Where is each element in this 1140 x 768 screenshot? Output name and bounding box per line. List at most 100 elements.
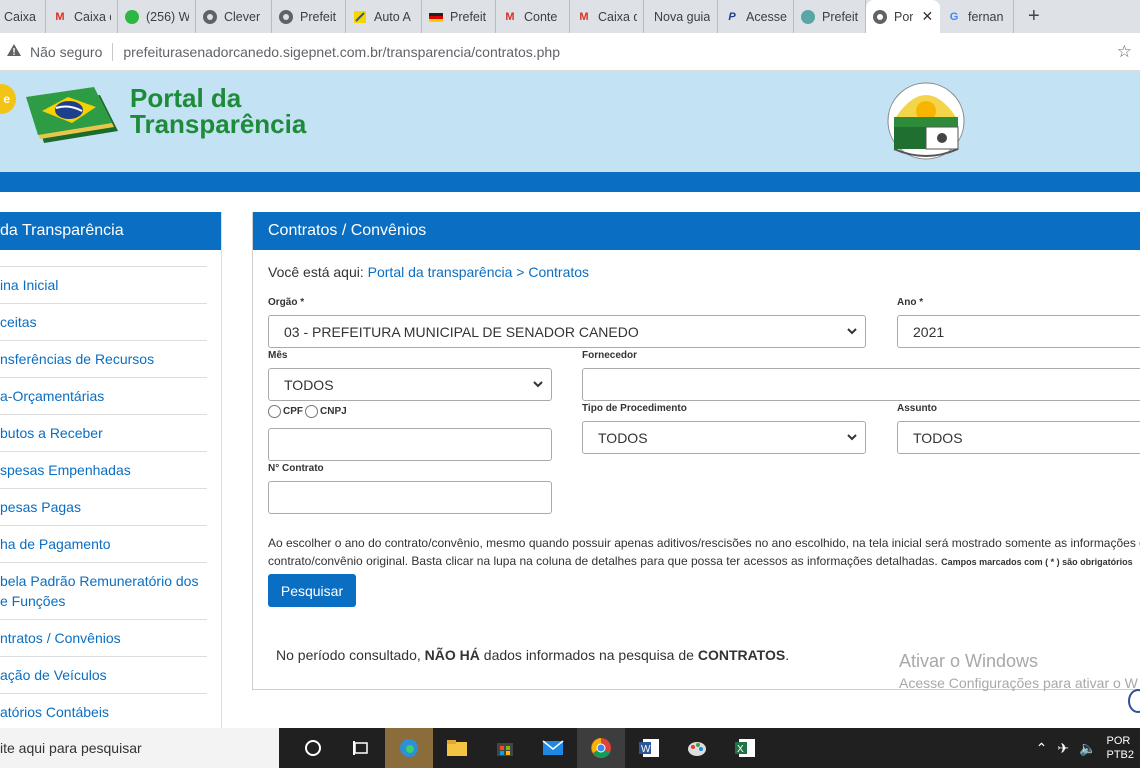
tipo-procedimento-select[interactable]: TODOS [582, 421, 866, 454]
sidebar-item-pagina-inicial[interactable]: ina Inicial [0, 266, 207, 303]
contrato-input[interactable] [268, 481, 552, 514]
assunto-select[interactable]: TODOS [897, 421, 1140, 454]
svg-text:X: X [737, 744, 744, 755]
sidebar-item-tabela-padrao[interactable]: bela Padrão Remuneratório dos e Funções [0, 562, 207, 619]
google-icon: G [949, 10, 959, 23]
browser-tab[interactable]: Nova guia [644, 0, 718, 33]
browser-tab[interactable]: Prefeit [272, 0, 346, 33]
globe-icon [278, 9, 294, 25]
browser-tab[interactable]: M Caixa d [46, 0, 118, 33]
cpf-radio[interactable] [268, 405, 281, 418]
fornecedor-input[interactable] [582, 368, 1140, 401]
sidebar-item-tributos[interactable]: butos a Receber [0, 414, 207, 451]
orgao-select[interactable]: 03 - PREFEITURA MUNICIPAL DE SENADOR CAN… [268, 315, 866, 348]
mes-select[interactable]: TODOS [268, 368, 552, 401]
chevron-up-icon[interactable]: ⌃ [1036, 740, 1048, 757]
windows-activation-watermark: Ativar o Windows Acesse Configurações pa… [899, 651, 1138, 691]
chevron-down-icon [845, 324, 859, 338]
taskbar-icons: W X [289, 728, 769, 768]
gmail-icon: M [505, 10, 515, 23]
url-text[interactable]: prefeiturasenadorcanedo.sigepnet.com.br/… [123, 44, 560, 60]
paint-icon[interactable] [673, 728, 721, 768]
close-tab-icon[interactable]: ✕ [921, 8, 933, 25]
browser-tab[interactable]: Auto A [346, 0, 422, 33]
cortana-icon[interactable] [289, 728, 337, 768]
mes-label: Mês [268, 350, 288, 361]
browser-tab[interactable]: G fernan [940, 0, 1014, 33]
file-explorer-icon[interactable] [433, 728, 481, 768]
browser-tab[interactable]: M Caixa d [570, 0, 644, 33]
sidebar-menu: da Transparência ina Inicial ceitas nsfe… [0, 212, 222, 728]
flag-icon [428, 9, 444, 25]
whatsapp-icon [124, 9, 140, 25]
fornecedor-label: Fornecedor [582, 350, 638, 361]
speaker-icon[interactable]: 🔈 [1079, 740, 1096, 757]
browser-tab[interactable]: Prefeit [422, 0, 496, 33]
network-icon[interactable]: ✈ [1057, 740, 1069, 757]
sidebar-item-veiculos[interactable]: ação de Veículos [0, 656, 207, 693]
contracts-panel: Contratos / Convênios Você está aqui: Po… [252, 212, 1140, 690]
windows-taskbar: ite aqui para pesquisar W X ⌃ ✈ 🔈 POR PT… [0, 728, 1140, 768]
sidebar-item-extra-orcamentarias[interactable]: a-Orçamentárias [0, 377, 207, 414]
new-tab-button[interactable]: + [1014, 0, 1054, 33]
portal-title: Portal da Transparência [130, 83, 307, 139]
taskbar-search-input[interactable]: ite aqui para pesquisar [0, 728, 279, 768]
divider [112, 42, 114, 61]
globe-icon [872, 9, 888, 25]
sidebar-item-contratos[interactable]: ntratos / Convênios [0, 619, 207, 656]
sidebar-heading: da Transparência [0, 212, 221, 250]
store-icon[interactable] [481, 728, 529, 768]
warning-icon [6, 42, 22, 61]
browser-tab[interactable]: (256) W [118, 0, 196, 33]
browser-tab-bar: Caixa d M Caixa d (256) W Clever Prefeit… [0, 0, 1140, 33]
contrato-label: N° Contrato [268, 463, 324, 474]
sidebar-item-transferencias[interactable]: nsferências de Recursos [0, 340, 207, 377]
word-icon[interactable]: W [625, 728, 673, 768]
task-view-icon[interactable] [337, 728, 385, 768]
gmail-icon: M [579, 10, 589, 23]
search-button[interactable]: Pesquisar [268, 574, 356, 607]
cpf-cnpj-input[interactable] [268, 428, 552, 461]
ano-input[interactable]: 2021 [897, 315, 1140, 348]
sidebar-list: ina Inicial ceitas nsferências de Recurs… [0, 266, 221, 730]
orgao-label: Orgão * [268, 297, 305, 308]
city-crest-icon [886, 77, 966, 163]
mail-icon[interactable] [529, 728, 577, 768]
bookmark-star-icon[interactable]: ☆ [1117, 42, 1132, 62]
sidebar-item-receitas[interactable]: ceitas [0, 303, 207, 340]
globe-icon [202, 9, 218, 25]
cnpj-radio[interactable] [305, 405, 318, 418]
security-status[interactable]: Não seguro [30, 44, 102, 60]
chrome-icon[interactable] [577, 728, 625, 768]
browser-tab[interactable]: Caixa d [0, 0, 46, 33]
browser-tab[interactable]: M Conte [496, 0, 570, 33]
paypal-icon: P [728, 10, 736, 23]
sidebar-item-despesas-pagas[interactable]: pesas Pagas [0, 488, 207, 525]
document-type-radios: CPF CNPJ [268, 405, 347, 418]
sidebar-item-relatorios[interactable]: atórios Contábeis [0, 693, 207, 730]
accessibility-badge[interactable]: e [0, 84, 16, 114]
browser-tab-active[interactable]: Por ✕ [866, 0, 940, 33]
assunto-label: Assunto [897, 403, 937, 414]
language-indicator[interactable]: POR PTB2 [1106, 734, 1134, 762]
header-blue-strip [0, 172, 1140, 192]
system-tray: ⌃ ✈ 🔈 POR PTB2 [1036, 728, 1140, 768]
sidebar-item-despesas-empenhadas[interactable]: spesas Empenhadas [0, 451, 207, 488]
tipo-procedimento-label: Tipo de Procedimento [582, 403, 687, 414]
bank-icon [352, 9, 368, 25]
browser-tab[interactable]: Clever [196, 0, 272, 33]
browser-tab[interactable]: P Acesse [718, 0, 794, 33]
edge-icon[interactable] [385, 728, 433, 768]
gmail-icon: M [55, 10, 65, 23]
floating-widget-icon[interactable] [1128, 689, 1140, 713]
svg-text:W: W [641, 744, 651, 755]
globe-icon [800, 9, 816, 25]
address-bar[interactable]: Não seguro prefeiturasenadorcanedo.sigep… [0, 33, 1140, 71]
breadcrumb: Você está aqui: Portal da transparência … [268, 264, 590, 280]
panel-heading: Contratos / Convênios [253, 212, 1140, 250]
browser-tab[interactable]: Prefeit [794, 0, 866, 33]
excel-icon[interactable]: X [721, 728, 769, 768]
ano-label: Ano * [897, 297, 924, 308]
breadcrumb-link[interactable]: Portal da transparência > Contratos [368, 264, 589, 280]
sidebar-item-folha-pagamento[interactable]: ha de Pagamento [0, 525, 207, 562]
